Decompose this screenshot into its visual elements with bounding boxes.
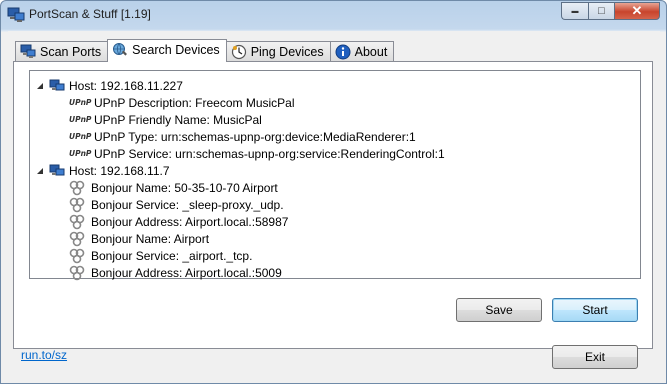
tree-host-row[interactable]: Host: 192.168.11.227 (49, 77, 183, 94)
window-title: PortScan & Stuff [1.19] (29, 7, 151, 21)
bonjour-icon (69, 248, 85, 263)
close-button[interactable]: ✕ (614, 2, 660, 20)
close-icon: ✕ (631, 3, 643, 18)
network-computer-icon (49, 79, 65, 90)
tab-scan-ports[interactable]: Scan Ports (15, 41, 109, 61)
tree-item[interactable]: UPnP UPnP Friendly Name: MusicPal (69, 111, 262, 128)
tab-search-devices[interactable]: Search Devices (107, 39, 227, 62)
tree-host-row[interactable]: Host: 192.168.11.7 (49, 162, 170, 179)
caption-buttons: ▬ □ ✕ (561, 2, 660, 20)
tree-item[interactable]: Bonjour Name: Airport (69, 230, 209, 247)
tree-item[interactable]: Bonjour Service: _airport._tcp. (69, 247, 252, 264)
tab-label: Scan Ports (40, 44, 102, 59)
exit-button-label: Exit (584, 350, 605, 364)
title-bar[interactable]: PortScan & Stuff [1.19] ▬ □ ✕ (1, 1, 666, 31)
tab-ping-devices[interactable]: Ping Devices (225, 41, 331, 61)
bonjour-icon (69, 265, 85, 280)
tree-item-label: Bonjour Service: _airport._tcp. (91, 248, 253, 263)
exit-button[interactable]: Exit (552, 345, 638, 369)
bonjour-icon (69, 231, 85, 246)
tree-item[interactable]: Bonjour Address: Airport.local.:5009 (69, 264, 282, 281)
host-label: Host: 192.168.11.7 (69, 163, 170, 178)
tab-strip: Scan Ports Search Devices Ping Devices A… (15, 39, 395, 62)
minimize-button[interactable]: ▬ (561, 2, 588, 20)
save-button[interactable]: Save (456, 298, 542, 322)
tree-item[interactable]: Bonjour Address: Airport.local.:58987 (69, 213, 288, 230)
tree-item-label: UPnP Description: Freecom MusicPal (94, 95, 295, 110)
save-button-label: Save (485, 303, 513, 317)
bonjour-icon (69, 214, 85, 229)
tab-label: About (354, 44, 388, 59)
network-computer-icon (20, 44, 36, 58)
tree-item-label: Bonjour Service: _sleep-proxy._udp. (91, 197, 284, 212)
tab-label: Ping Devices (250, 44, 324, 59)
bonjour-icon (69, 197, 85, 212)
search-devices-panel: Host: 192.168.11.227 UPnP UPnP Descripti… (13, 61, 653, 349)
clock-icon (231, 44, 246, 59)
tree-item-label: Bonjour Address: Airport.local.:5009 (91, 265, 282, 280)
bonjour-icon (69, 180, 85, 195)
collapse-arrow-icon[interactable] (36, 82, 44, 90)
tree-item-label: UPnP Friendly Name: MusicPal (94, 112, 262, 127)
client-area: Scan Ports Search Devices Ping Devices A… (8, 31, 660, 377)
network-computer-icon (7, 7, 25, 22)
search-globe-icon (113, 43, 128, 56)
upnp-icon: UPnP (69, 115, 92, 124)
website-link[interactable]: run.to/sz (21, 348, 67, 362)
start-button-label: Start (582, 303, 608, 317)
maximize-icon: □ (598, 5, 605, 17)
tab-about[interactable]: About (329, 41, 395, 61)
tab-label: Search Devices (132, 43, 220, 57)
app-window: PortScan & Stuff [1.19] ▬ □ ✕ Scan Ports (0, 0, 667, 384)
upnp-icon: UPnP (69, 98, 92, 107)
tree-item-label: UPnP Service: urn:schemas-upnp-org:servi… (94, 146, 445, 161)
info-icon (335, 44, 351, 59)
tree-item-label: Bonjour Address: Airport.local.:58987 (91, 214, 289, 229)
tree-item-label: Bonjour Name: Airport (91, 231, 210, 246)
tree-item[interactable]: Bonjour Service: _sleep-proxy._udp. (69, 196, 284, 213)
network-computer-icon (49, 164, 65, 175)
tree-item[interactable]: UPnP UPnP Service: urn:schemas-upnp-org:… (69, 145, 445, 162)
tree-item[interactable]: UPnP UPnP Type: urn:schemas-upnp-org:dev… (69, 128, 416, 145)
device-tree[interactable]: Host: 192.168.11.227 UPnP UPnP Descripti… (29, 70, 641, 281)
upnp-icon: UPnP (69, 149, 92, 158)
start-button[interactable]: Start (552, 298, 638, 322)
tree-item[interactable]: UPnP UPnP Description: Freecom MusicPal (69, 94, 295, 111)
host-label: Host: 192.168.11.227 (69, 78, 183, 93)
maximize-button[interactable]: □ (588, 2, 614, 20)
minimize-icon: ▬ (571, 7, 579, 15)
upnp-icon: UPnP (69, 132, 92, 141)
tree-item-label: Bonjour Name: 50-35-10-70 Airport (91, 180, 278, 195)
tree-item[interactable]: Bonjour Name: 50-35-10-70 Airport (69, 179, 278, 196)
tree-item-label: UPnP Type: urn:schemas-upnp-org:device:M… (94, 129, 416, 144)
collapse-arrow-icon[interactable] (36, 167, 44, 175)
